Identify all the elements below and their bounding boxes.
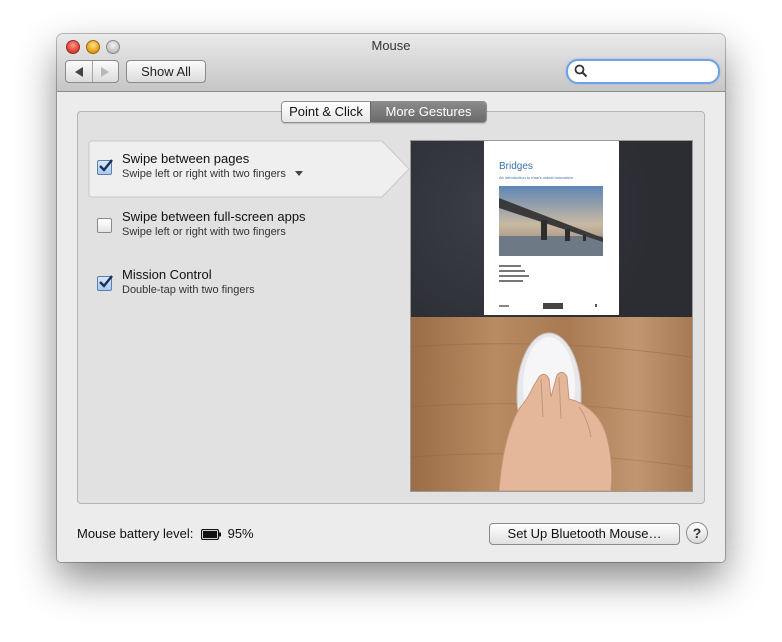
gesture-row-mission-control[interactable]: Mission Control Double-tap with two fing… — [88, 256, 376, 312]
gesture-title: Swipe between pages — [122, 151, 250, 166]
tab-bar: Point & Click More Gestures — [281, 101, 487, 123]
forward-arrow-icon — [101, 66, 110, 77]
search-field[interactable] — [566, 59, 720, 84]
back-arrow-icon — [74, 66, 83, 77]
document-footer — [499, 303, 604, 309]
title-bar[interactable]: Mouse Show All — [57, 34, 725, 92]
gesture-subtitle: Swipe left or right with two fingers — [122, 226, 286, 238]
battery-icon — [200, 529, 221, 540]
mouse-preferences-window: Mouse Show All Point & Click More Gestur… — [57, 34, 725, 562]
hand-on-magic-mouse-illustration — [411, 332, 692, 491]
back-forward-control — [65, 60, 119, 83]
document-text-lines — [499, 265, 529, 285]
gesture-subtitle[interactable]: Swipe left or right with two fingers — [122, 168, 303, 180]
back-button[interactable] — [66, 61, 92, 82]
bridge-photo — [499, 186, 603, 256]
gesture-row-swipe-between-full-screen-apps[interactable]: Swipe between full-screen apps Swipe lef… — [88, 198, 376, 254]
gesture-subtitle: Double-tap with two fingers — [122, 284, 255, 296]
tab-point-and-click[interactable]: Point & Click — [282, 102, 370, 122]
checkmark-icon — [99, 275, 113, 288]
battery-level: Mouse battery level: 95% — [77, 526, 254, 541]
tab-more-gestures[interactable]: More Gestures — [370, 102, 486, 122]
preview-screen: Bridges An introduction to man's oldest … — [411, 141, 692, 317]
gesture-title: Mission Control — [122, 267, 212, 282]
gestures-panel: Swipe between pages Swipe left or right … — [77, 111, 705, 504]
document-title: Bridges — [499, 161, 533, 172]
battery-label: Mouse battery level: — [77, 526, 194, 541]
set-up-bluetooth-mouse-button[interactable]: Set Up Bluetooth Mouse… — [489, 523, 680, 545]
dropdown-arrow-icon[interactable] — [294, 171, 303, 176]
document-subtitle: An introduction to man's oldest innovati… — [499, 175, 573, 180]
battery-percentage: 95% — [227, 526, 254, 541]
window-title: Mouse — [371, 38, 411, 53]
mouse-on-desk-image — [411, 317, 692, 491]
forward-button[interactable] — [91, 61, 119, 82]
gesture-preview-video: Bridges An introduction to man's oldest … — [410, 140, 693, 492]
swipe-between-full-screen-apps-checkbox[interactable] — [97, 218, 112, 233]
checkmark-icon — [99, 159, 113, 172]
show-all-button[interactable]: Show All — [126, 60, 206, 83]
mission-control-checkbox[interactable] — [97, 275, 113, 291]
search-icon — [574, 64, 588, 78]
gesture-row-swipe-between-pages[interactable]: Swipe between pages Swipe left or right … — [88, 140, 410, 198]
gesture-title: Swipe between full-screen apps — [122, 209, 306, 224]
swipe-between-pages-checkbox[interactable] — [97, 159, 113, 175]
help-button[interactable]: ? — [686, 522, 708, 544]
document-page: Bridges An introduction to man's oldest … — [484, 141, 619, 315]
gesture-subtitle-text: Swipe left or right with two fingers — [122, 168, 286, 180]
